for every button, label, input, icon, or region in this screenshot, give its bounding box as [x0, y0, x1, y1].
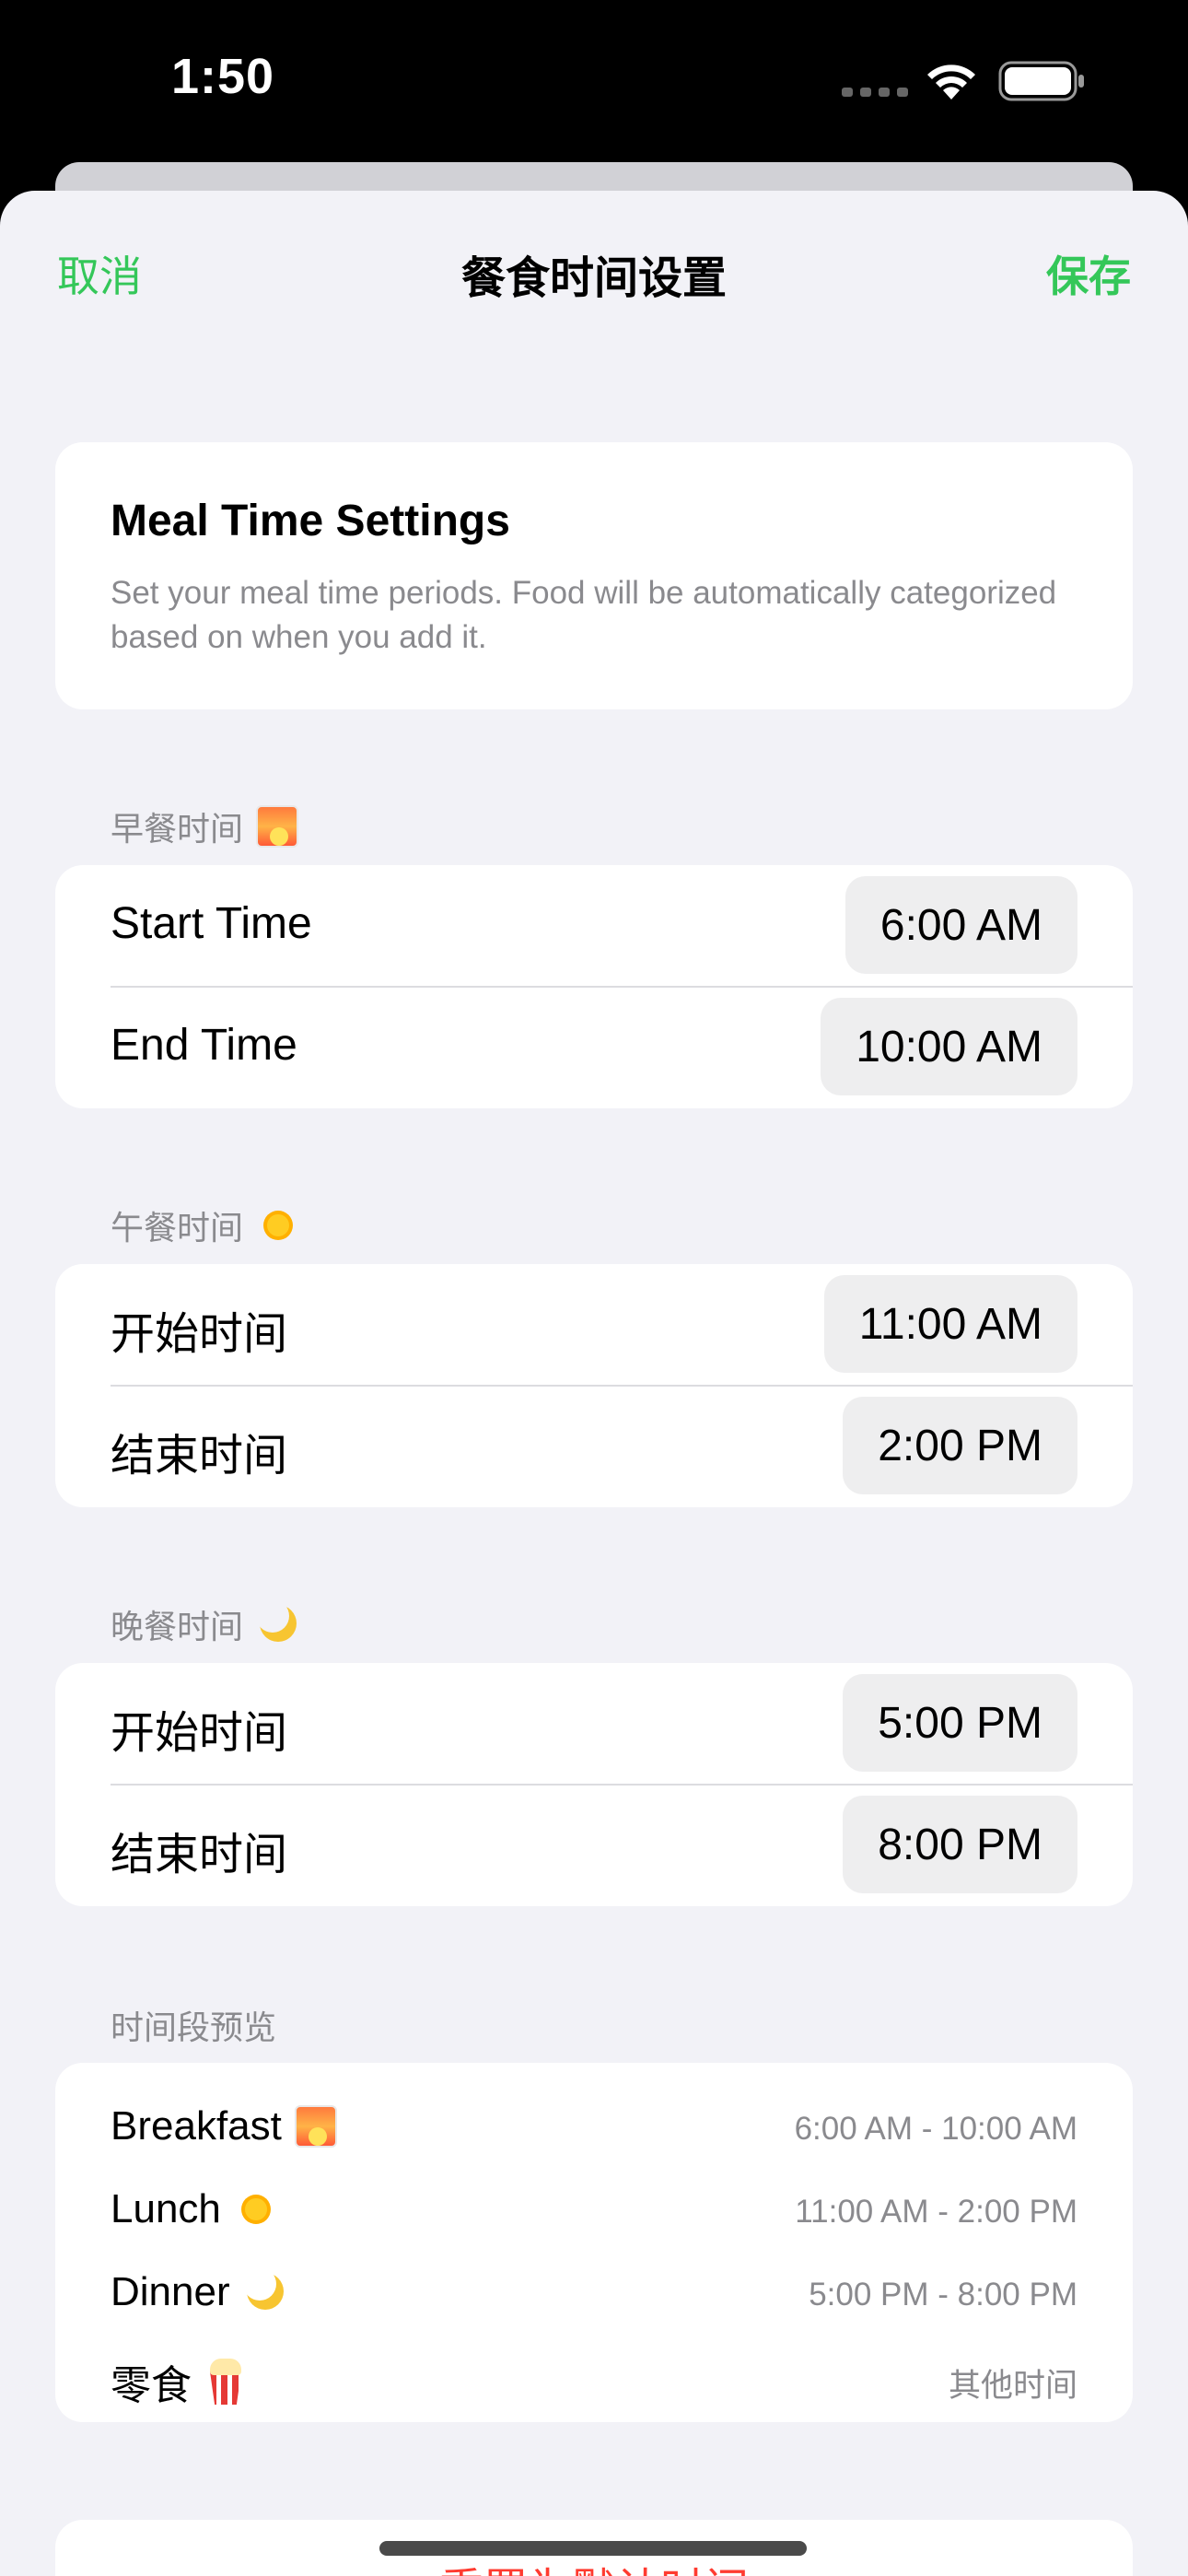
save-button[interactable]: 保存	[1046, 243, 1131, 304]
sun-icon	[234, 2187, 278, 2231]
preview-name-dinner: Dinner	[111, 2267, 285, 2315]
preview-range: 5:00 PM - 8:00 PM	[809, 2277, 1077, 2313]
dinner-header-label: 晚餐时间	[111, 1608, 244, 1645]
preview-label: 零食	[111, 2363, 192, 2408]
home-indicator	[379, 2541, 807, 2556]
preview-label: Dinner	[111, 2269, 230, 2314]
breakfast-start-row: Start Time 6:00 AM	[55, 865, 1133, 987]
meal-time-settings-sheet: 取消 餐食时间设置 保存 Meal Time Settings Set your…	[0, 191, 1188, 2576]
breakfast-end-label: End Time	[111, 1021, 297, 1070]
preview-range: 其他时间	[948, 2368, 1077, 2404]
popcorn-icon	[204, 2359, 247, 2405]
preview-header-label: 时间段预览	[111, 2008, 277, 2046]
breakfast-start-label: Start Time	[111, 899, 312, 948]
breakfast-start-time-picker[interactable]: 6:00 AM	[844, 876, 1077, 974]
battery-icon	[998, 61, 1084, 101]
cellular-signal-icon	[842, 88, 908, 97]
sun-icon	[256, 1203, 300, 1247]
lunch-end-time-picker[interactable]: 2:00 PM	[843, 1397, 1077, 1494]
preview-card: Breakfast 6:00 AM - 10:00 AM Lunch 11:00…	[55, 2063, 1133, 2422]
dinner-card: 开始时间 5:00 PM 结束时间 8:00 PM	[55, 1663, 1133, 1906]
page-title: 餐食时间设置	[460, 254, 727, 303]
lunch-header-label: 午餐时间	[111, 1209, 244, 1247]
info-card: Meal Time Settings Set your meal time pe…	[55, 442, 1133, 709]
dinner-end-time-picker[interactable]: 8:00 PM	[843, 1796, 1077, 1893]
breakfast-end-time-picker[interactable]: 10:00 AM	[821, 998, 1077, 1095]
info-title: Meal Time Settings	[111, 497, 510, 545]
preview-name-breakfast: Breakfast	[111, 2103, 337, 2149]
reset-to-default-button[interactable]: 重置为默认时间	[55, 2553, 1133, 2576]
breakfast-card: Start Time 6:00 AM End Time 10:00 AM	[55, 865, 1133, 1108]
sunrise-icon	[294, 2105, 337, 2148]
dinner-end-label: 结束时间	[111, 1831, 288, 1879]
preview-row-snack: 零食 其他时间	[55, 2339, 1133, 2413]
preview-range: 11:00 AM - 2:00 PM	[795, 2194, 1077, 2230]
dinner-end-row: 结束时间 8:00 PM	[55, 1785, 1133, 1906]
preview-row-lunch: Lunch 11:00 AM - 2:00 PM	[55, 2173, 1133, 2247]
lunch-section-header: 午餐时间	[111, 1201, 300, 1249]
lunch-end-label: 结束时间	[111, 1432, 288, 1481]
preview-name-lunch: Lunch	[111, 2186, 278, 2232]
lunch-card: 开始时间 11:00 AM 结束时间 2:00 PM	[55, 1264, 1133, 1507]
preview-label: Breakfast	[111, 2103, 282, 2149]
preview-name-snack: 零食	[111, 2352, 247, 2411]
dinner-start-row: 开始时间 5:00 PM	[55, 1663, 1133, 1785]
status-time: 1:50	[171, 49, 275, 104]
dinner-start-time-picker[interactable]: 5:00 PM	[843, 1674, 1077, 1772]
lunch-start-label: 开始时间	[111, 1310, 288, 1359]
lunch-start-row: 开始时间 11:00 AM	[55, 1264, 1133, 1386]
preview-range: 6:00 AM - 10:00 AM	[794, 2111, 1077, 2147]
breakfast-header-label: 早餐时间	[111, 810, 244, 848]
dinner-start-label: 开始时间	[111, 1709, 288, 1758]
preview-row-breakfast: Breakfast 6:00 AM - 10:00 AM	[55, 2090, 1133, 2164]
wifi-icon	[927, 64, 975, 100]
lunch-start-time-picker[interactable]: 11:00 AM	[823, 1275, 1077, 1373]
breakfast-section-header: 早餐时间	[111, 802, 299, 850]
moon-icon	[242, 2267, 285, 2313]
preview-label: Lunch	[111, 2186, 221, 2231]
sunrise-icon	[256, 805, 299, 848]
breakfast-end-row: End Time 10:00 AM	[55, 987, 1133, 1108]
moon-icon	[256, 1599, 298, 1645]
info-description: Set your meal time periods. Food will be…	[111, 575, 1057, 655]
lunch-end-row: 结束时间 2:00 PM	[55, 1386, 1133, 1507]
dinner-section-header: 晚餐时间	[111, 1599, 298, 1648]
preview-section-header: 时间段预览	[111, 2001, 276, 2049]
status-bar: 1:50	[0, 0, 1188, 166]
preview-row-dinner: Dinner 5:00 PM - 8:00 PM	[55, 2256, 1133, 2330]
